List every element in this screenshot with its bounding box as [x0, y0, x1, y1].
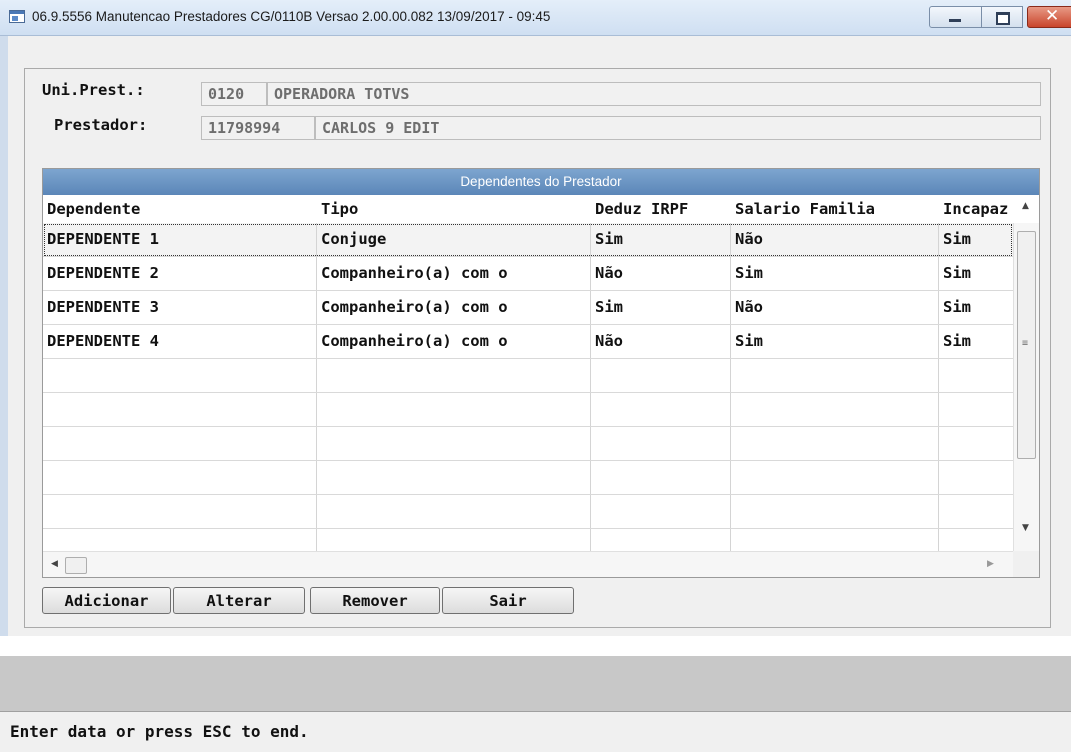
scroll-down-icon[interactable]: ▼ [1022, 523, 1029, 533]
empty-row [43, 427, 1013, 461]
empty-row [43, 529, 1013, 551]
vertical-scroll-thumb[interactable]: ≡ [1017, 231, 1036, 459]
cell-dependente: DEPENDENTE 3 [43, 291, 317, 324]
cell-tipo: Companheiro(a) com o [317, 325, 591, 358]
cell-salario-familia: Não [731, 291, 939, 324]
cell-incapaz: Sim [943, 264, 971, 282]
minimize-button[interactable] [929, 6, 982, 28]
empty-row [43, 393, 1013, 427]
cell-dependente: DEPENDENTE 1 [43, 223, 317, 256]
scroll-left-icon[interactable]: ◀ [51, 559, 58, 569]
column-header-dependente[interactable]: Dependente [43, 195, 317, 223]
column-header-incapaz[interactable]: Incapaz [939, 195, 1013, 223]
edit-button[interactable]: Alterar [173, 587, 305, 614]
cell-salario-familia: Sim [731, 325, 939, 358]
window-titlebar: 06.9.5556 Manutencao Prestadores CG/0110… [0, 0, 1071, 36]
table-row[interactable]: DEPENDENTE 4 Companheiro(a) com o Não Si… [43, 325, 1013, 359]
window-title: 06.9.5556 Manutencao Prestadores CG/0110… [32, 9, 551, 24]
column-header-tipo[interactable]: Tipo [317, 195, 591, 223]
maximize-button[interactable] [981, 6, 1023, 28]
cell-deduz-irpf: Não [591, 257, 731, 290]
vertical-scrollbar[interactable]: ▲ ≡ ▼ [1013, 201, 1039, 551]
cell-salario-familia: Sim [731, 257, 939, 290]
grid-caption: Dependentes do Prestador [43, 169, 1039, 195]
cell-tipo: Conjuge [317, 223, 591, 256]
cell-deduz-irpf: Sim [591, 291, 731, 324]
column-header-deduz-irpf[interactable]: Deduz IRPF [591, 195, 731, 223]
app-icon [9, 10, 25, 23]
column-header-salario-familia[interactable]: Salario Familia [731, 195, 939, 223]
cell-dependente: DEPENDENTE 2 [43, 257, 317, 290]
close-button[interactable]: ✕ [1027, 6, 1071, 28]
uni-prest-code-field: 0120 [201, 82, 267, 106]
cell-deduz-irpf: Não [591, 325, 731, 358]
prestador-name-field: CARLOS 9 EDIT [315, 116, 1041, 140]
cell-dependente: DEPENDENTE 4 [43, 325, 317, 358]
prestador-code-field: 11798994 [201, 116, 315, 140]
cell-incapaz: Sim [943, 230, 971, 248]
scroll-up-icon[interactable]: ▲ [1022, 201, 1029, 211]
table-row[interactable]: DEPENDENTE 2 Companheiro(a) com o Não Si… [43, 257, 1013, 291]
message-area [0, 656, 1071, 711]
empty-row [43, 495, 1013, 529]
scroll-right-icon[interactable]: ▶ [987, 559, 994, 569]
table-row[interactable]: DEPENDENTE 1 Conjuge Sim Não Sim [43, 223, 1013, 257]
table-row[interactable]: DEPENDENTE 3 Companheiro(a) com o Sim Nã… [43, 291, 1013, 325]
cell-salario-familia: Não [731, 223, 939, 256]
cell-incapaz: Sim [943, 298, 971, 316]
horizontal-scrollbar[interactable]: ◀ ▶ [43, 551, 1013, 577]
remove-button[interactable]: Remover [310, 587, 440, 614]
cell-tipo: Companheiro(a) com o [317, 257, 591, 290]
add-button[interactable]: Adicionar [42, 587, 171, 614]
close-icon: ✕ [1045, 6, 1060, 26]
maximize-icon [996, 12, 1010, 25]
empty-row [43, 461, 1013, 495]
cell-deduz-irpf: Sim [591, 223, 731, 256]
status-message: Enter data or press ESC to end. [10, 722, 309, 741]
prestador-label: Prestador: [54, 116, 148, 134]
uni-prest-label: Uni.Prest.: [42, 81, 145, 99]
scrollbar-corner [1013, 551, 1039, 577]
dependents-grid[interactable]: Dependentes do Prestador Dependente Tipo… [42, 168, 1040, 578]
status-bar: Enter data or press ESC to end. [0, 711, 1071, 752]
exit-button[interactable]: Sair [442, 587, 574, 614]
horizontal-scroll-thumb[interactable] [65, 557, 87, 574]
uni-prest-name-field: OPERADORA TOTVS [267, 82, 1041, 106]
cell-tipo: Companheiro(a) com o [317, 291, 591, 324]
empty-row [43, 359, 1013, 393]
grip-icon: ≡ [1022, 338, 1029, 349]
cell-incapaz: Sim [943, 332, 971, 350]
minimize-icon [949, 19, 961, 22]
